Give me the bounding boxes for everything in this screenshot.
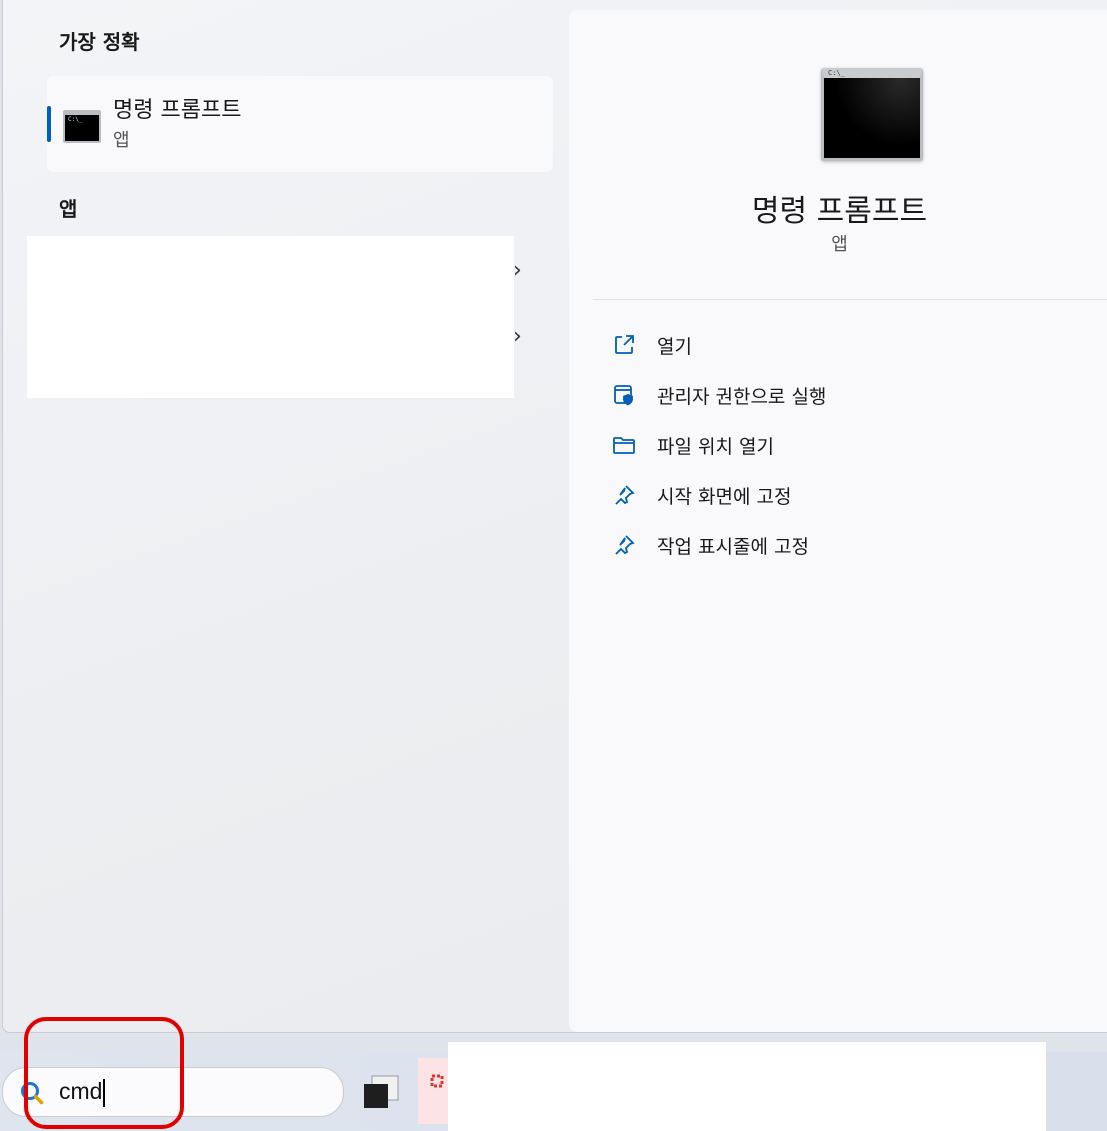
pin-icon <box>611 482 637 508</box>
apps-heading: 앱 <box>59 197 78 221</box>
details-app-type: 앱 <box>831 234 848 255</box>
best-match-name: 명령 프롬프트 <box>113 98 242 123</box>
folder-icon <box>611 432 637 458</box>
action-label: 시작 화면에 고정 <box>657 485 792 508</box>
action-open-file-location[interactable]: 파일 위치 열기 <box>611 430 774 460</box>
best-match-result[interactable]: 명령 프롬프트 앱 <box>47 76 553 172</box>
divider <box>593 299 1107 300</box>
action-label: 관리자 권한으로 실행 <box>657 385 827 408</box>
details-pane: 명령 프롬프트 앱 열기 관리자 권한으로 실행 <box>569 10 1107 1032</box>
apps-results-redacted <box>27 236 514 398</box>
action-label: 작업 표시줄에 고정 <box>657 535 809 558</box>
chevron-right-icon[interactable]: › <box>513 258 522 283</box>
action-label: 파일 위치 열기 <box>657 435 774 458</box>
action-open[interactable]: 열기 <box>611 330 692 360</box>
annotation-highlight <box>24 1017 184 1129</box>
chevron-right-icon[interactable]: › <box>513 324 522 349</box>
task-view-icon[interactable] <box>362 1074 400 1110</box>
best-match-heading: 가장 정확 <box>59 30 140 54</box>
details-app-name: 명령 프롬프트 <box>751 194 928 229</box>
selection-indicator <box>47 106 51 142</box>
shield-admin-icon <box>611 382 637 408</box>
redacted-area <box>448 1042 1046 1131</box>
command-prompt-large-icon <box>821 68 923 161</box>
start-search-panel: 가장 정확 명령 프롬프트 앱 앱 › › 명령 프롬프트 앱 열기 <box>2 0 1107 1033</box>
pin-icon <box>611 532 637 558</box>
action-pin-to-taskbar[interactable]: 작업 표시줄에 고정 <box>611 530 809 560</box>
best-match-type: 앱 <box>113 130 130 151</box>
command-prompt-icon <box>63 110 101 143</box>
results-column: 가장 정확 명령 프롬프트 앱 앱 › › <box>3 0 569 1032</box>
action-run-as-admin[interactable]: 관리자 권한으로 실행 <box>611 380 826 410</box>
taskbar-app-icon[interactable] <box>418 1058 448 1124</box>
action-pin-to-start[interactable]: 시작 화면에 고정 <box>611 480 791 510</box>
action-label: 열기 <box>657 335 692 358</box>
open-external-icon <box>611 332 637 358</box>
